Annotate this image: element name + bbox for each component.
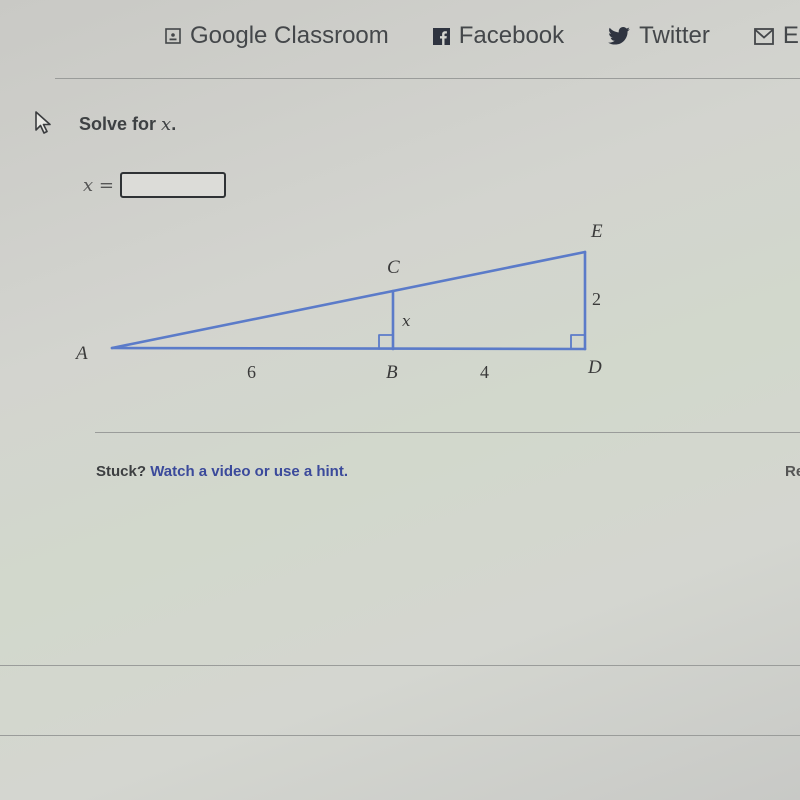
vertex-label-C: C xyxy=(387,257,400,278)
stuck-label: Stuck? xyxy=(96,463,147,480)
segment-label-AB: 6 xyxy=(247,362,256,382)
footer-divider-bottom xyxy=(0,735,800,736)
vertex-label-D: D xyxy=(587,357,602,378)
segment-label-DE: 2 xyxy=(592,289,601,309)
section-divider xyxy=(95,432,800,433)
report-button[interactable]: Re xyxy=(785,463,800,480)
segment-AE xyxy=(110,250,587,350)
footer-divider-top xyxy=(0,665,800,666)
right-angle-marker-B xyxy=(378,334,394,350)
video-hint-link[interactable]: Watch a video or use a hint. xyxy=(150,463,348,480)
segment-label-BD: 4 xyxy=(480,362,489,382)
help-row: Stuck? Watch a video or use a hint. xyxy=(96,463,348,480)
vertex-label-E: E xyxy=(590,221,603,242)
segment-label-BC: x xyxy=(402,312,411,330)
triangle-figure: A B C D E 6 4 2 x xyxy=(74,221,603,383)
vertex-label-B: B xyxy=(386,362,398,383)
segment-AD xyxy=(110,346,587,351)
right-angle-marker-D xyxy=(570,334,586,350)
vertex-label-A: A xyxy=(74,343,88,364)
